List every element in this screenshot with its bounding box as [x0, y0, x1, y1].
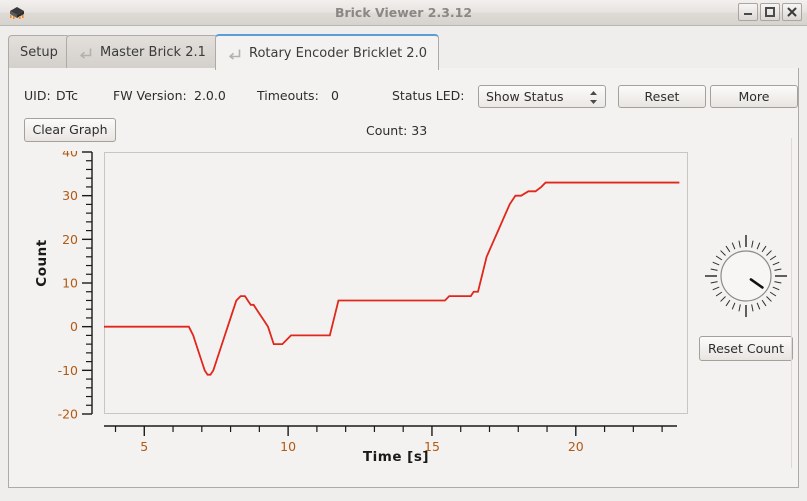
svg-text:5: 5 [140, 439, 148, 454]
close-icon [787, 7, 797, 17]
status-led-select[interactable]: Show Status [478, 85, 606, 108]
device-info-row: UID: DTc FW Version: 2.0.0 Timeouts: 0 S… [18, 82, 798, 110]
svg-text:0: 0 [70, 319, 78, 334]
tab-rotary-encoder-bricklet[interactable]: Rotary Encoder Bricklet 2.0 [215, 34, 439, 70]
chevron-updown-icon [590, 91, 597, 104]
tab-setup[interactable]: Setup [8, 35, 70, 69]
svg-text:20: 20 [568, 439, 584, 454]
svg-text:30: 30 [62, 188, 78, 203]
timeouts-label: Timeouts: [257, 88, 319, 103]
rotary-knob-widget: Reset Count [699, 228, 793, 428]
status-led-label: Status LED: [392, 88, 465, 103]
svg-text:15: 15 [424, 439, 440, 454]
brick-viewer-window: Brick Viewer 2.3.12 Setup Master Brick 2… [0, 0, 807, 501]
tab-master-brick[interactable]: Master Brick 2.1 [66, 35, 218, 69]
svg-text:10: 10 [62, 276, 78, 291]
tab-bar: Setup Master Brick 2.1 Rotary Encoder Br… [8, 33, 799, 70]
svg-text:40: 40 [62, 151, 78, 160]
maximize-icon [765, 7, 775, 17]
panel-divider [791, 138, 792, 468]
minimize-icon [744, 13, 752, 15]
count-plot: Count Time [s] -20 -10 0 10 20 30 40 5 10 15 20 [21, 151, 693, 471]
graph-controls-row: Clear Graph Count: 33 [18, 118, 790, 148]
back-arrow-icon [229, 49, 241, 60]
tab-master-brick-label: Master Brick 2.1 [100, 45, 206, 60]
knob-dial-icon[interactable] [699, 228, 793, 328]
svg-text:-20: -20 [58, 407, 78, 422]
close-button[interactable] [782, 3, 802, 21]
svg-text:10: 10 [280, 439, 296, 454]
uid-value: DTc [56, 88, 79, 103]
main-panel: UID: DTc FW Version: 2.0.0 Timeouts: 0 S… [8, 68, 799, 488]
count-label: Count: 33 [366, 123, 428, 138]
title-bar: Brick Viewer 2.3.12 [0, 0, 807, 26]
uid-label: UID: [24, 88, 51, 103]
window-title: Brick Viewer 2.3.12 [334, 5, 473, 20]
window-controls [738, 3, 802, 21]
plot-svg: -20 -10 0 10 20 30 40 5 10 15 20 [58, 151, 680, 454]
fw-label: FW Version: [113, 88, 187, 103]
timeouts-value: 0 [331, 88, 339, 103]
reset-button[interactable]: Reset [618, 85, 706, 108]
svg-text:-10: -10 [58, 363, 78, 378]
status-led-select-value: Show Status [486, 89, 564, 104]
maximize-button[interactable] [760, 3, 780, 21]
svg-text:20: 20 [62, 232, 78, 247]
more-button[interactable]: More [710, 85, 798, 108]
tab-rotary-encoder-bricklet-label: Rotary Encoder Bricklet 2.0 [249, 45, 427, 61]
clear-graph-button[interactable]: Clear Graph [24, 118, 116, 142]
fw-value: 2.0.0 [194, 88, 226, 103]
tab-setup-label: Setup [20, 45, 58, 60]
minimize-button[interactable] [738, 3, 758, 21]
back-arrow-icon [80, 48, 92, 59]
reset-count-button[interactable]: Reset Count [699, 336, 793, 361]
